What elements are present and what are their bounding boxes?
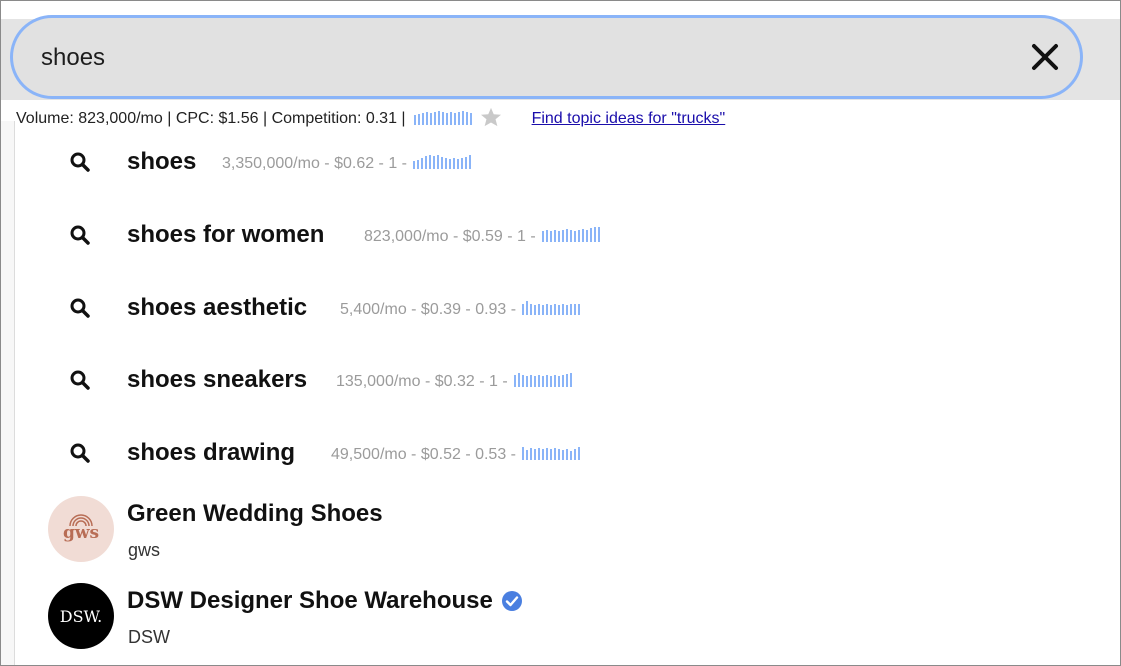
- suggestion-metrics: 823,000/mo - $0.59 - 1 -: [364, 226, 602, 247]
- trend-sparkline-icon: [522, 444, 582, 465]
- keyword-metrics-text: Volume: 823,000/mo | CPC: $1.56 | Compet…: [16, 110, 406, 127]
- close-icon: [1032, 44, 1058, 70]
- suggestion-term: shoes: [127, 148, 197, 175]
- suggestion-metrics: 3,350,000/mo - $0.62 - 1 -: [222, 153, 473, 174]
- trend-sparkline-icon: [522, 299, 582, 320]
- search-icon: [70, 370, 90, 390]
- entity-subtitle: gws: [128, 540, 161, 560]
- suggestion-metrics-text: 135,000/mo - $0.32 - 1 -: [336, 372, 508, 390]
- verified-badge-icon: [501, 591, 522, 611]
- dsw-logo-icon: DSW.: [60, 607, 103, 626]
- suggestion-item[interactable]: shoes 3,350,000/mo - $0.62 - 1 -: [1, 136, 1101, 186]
- entity-suggestion[interactable]: gws Green Wedding Shoes gws: [1, 496, 1101, 568]
- entity-name: Green Wedding Shoes: [127, 500, 383, 528]
- avatar: DSW.: [48, 583, 114, 649]
- entity-name: DSW Designer Shoe Warehouse: [127, 587, 523, 615]
- entity-name-text: Green Wedding Shoes: [127, 500, 383, 527]
- search-box[interactable]: [10, 15, 1083, 99]
- entity-name-text: DSW Designer Shoe Warehouse: [127, 587, 493, 614]
- trend-sparkline-icon: [541, 226, 602, 247]
- clear-search-button[interactable]: [1028, 40, 1062, 74]
- gws-logo-icon: gws: [63, 514, 99, 543]
- suggestion-term: shoes drawing: [127, 439, 296, 466]
- trend-sparkline-icon: [513, 371, 574, 392]
- suggestion-term: shoes for women: [127, 221, 325, 248]
- search-icon: [70, 298, 90, 318]
- trend-sparkline-icon: [413, 109, 474, 130]
- suggestion-term: shoes aesthetic: [127, 294, 308, 321]
- svg-text:gws: gws: [63, 523, 99, 543]
- keyword-metrics-bar: Volume: 823,000/mo | CPC: $1.56 | Compet…: [16, 107, 726, 132]
- search-icon: [70, 443, 90, 463]
- svg-text:DSW.: DSW.: [60, 607, 103, 626]
- browser-viewport: Volume: 823,000/mo | CPC: $1.56 | Compet…: [0, 0, 1121, 666]
- suggestion-item[interactable]: shoes aesthetic 5,400/mo - $0.39 - 0.93 …: [1, 282, 1101, 332]
- entity-subtitle: DSW: [128, 627, 170, 647]
- suggestion-metrics: 135,000/mo - $0.32 - 1 -: [336, 371, 574, 392]
- search-input[interactable]: [41, 40, 991, 76]
- trend-sparkline-icon: [413, 153, 473, 174]
- find-topic-ideas-link[interactable]: Find topic ideas for "trucks": [532, 110, 726, 128]
- suggestion-metrics-text: 823,000/mo - $0.59 - 1 -: [364, 227, 536, 245]
- suggestion-metrics-text: 5,400/mo - $0.39 - 0.93 -: [340, 300, 517, 318]
- suggestion-metrics: 49,500/mo - $0.52 - 0.53 -: [331, 444, 582, 465]
- suggestion-metrics-text: 49,500/mo - $0.52 - 0.53 -: [331, 445, 516, 463]
- avatar: gws: [48, 496, 114, 562]
- search-icon: [70, 225, 90, 245]
- star-icon[interactable]: [480, 107, 502, 132]
- search-icon: [70, 152, 90, 172]
- suggestion-term: shoes sneakers: [127, 366, 308, 393]
- suggestion-metrics-text: 3,350,000/mo - $0.62 - 1 -: [222, 154, 407, 172]
- suggestion-item[interactable]: shoes sneakers 135,000/mo - $0.32 - 1 -: [1, 354, 1101, 404]
- suggestion-metrics: 5,400/mo - $0.39 - 0.93 -: [340, 299, 582, 320]
- suggestion-item[interactable]: shoes drawing 49,500/mo - $0.52 - 0.53 -: [1, 427, 1101, 477]
- entity-suggestion[interactable]: DSW. DSW Designer Shoe Warehouse DSW: [1, 583, 1101, 655]
- suggestion-item[interactable]: shoes for women 823,000/mo - $0.59 - 1 -: [1, 209, 1101, 259]
